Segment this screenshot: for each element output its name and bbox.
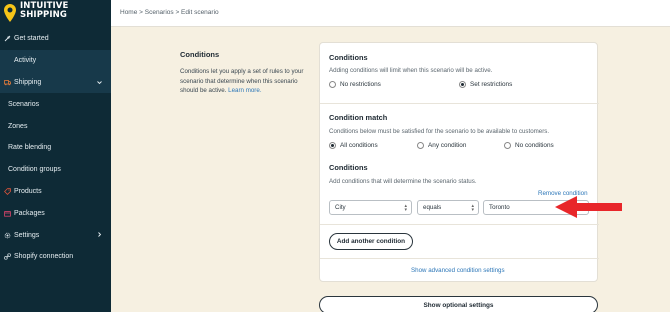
condition-match-subtitle: Conditions below must be satisfied for t… bbox=[329, 128, 550, 135]
radio-button-selected[interactable] bbox=[329, 142, 336, 149]
radio-label: Any condition bbox=[428, 142, 467, 149]
sidebar-item-label: Get started bbox=[14, 35, 49, 43]
sidebar-item-packages[interactable]: Packages bbox=[0, 202, 111, 224]
radio-all-conditions[interactable]: All conditions bbox=[329, 142, 378, 149]
gear-icon bbox=[4, 232, 11, 239]
sidebar-item-zones[interactable]: Zones bbox=[0, 115, 111, 137]
sidebar: INTUITIVE SHIPPING Get started Activity … bbox=[0, 0, 111, 312]
sidebar-item-get-started[interactable]: Get started bbox=[0, 28, 111, 50]
learn-more-link[interactable]: Learn more. bbox=[228, 87, 261, 94]
sidebar-item-activity[interactable]: Activity bbox=[0, 49, 111, 72]
sidebar-item-shipping[interactable]: Shipping bbox=[0, 71, 111, 94]
condition-operator-select[interactable]: equals ▴ ▾ bbox=[417, 200, 479, 215]
radio-no-conditions[interactable]: No conditions bbox=[504, 142, 554, 149]
divider bbox=[320, 258, 599, 259]
radio-any-condition[interactable]: Any condition bbox=[417, 142, 466, 149]
location-pin-icon bbox=[4, 4, 16, 22]
breadcrumb[interactable]: Home > Scenarios > Edit scenario bbox=[120, 9, 219, 16]
radio-button[interactable] bbox=[504, 142, 511, 149]
sidebar-item-label: Scenarios bbox=[8, 100, 40, 108]
app-logo[interactable]: INTUITIVE SHIPPING bbox=[4, 2, 104, 26]
radio-button[interactable] bbox=[329, 81, 336, 88]
radio-label: All conditions bbox=[340, 142, 378, 149]
truck-icon bbox=[4, 79, 11, 86]
condition-match-title: Condition match bbox=[329, 113, 388, 122]
section-heading: Conditions bbox=[180, 50, 220, 59]
radio-button[interactable] bbox=[417, 142, 424, 149]
select-arrows-icon: ▴ ▾ bbox=[471, 203, 474, 213]
restrictions-title: Conditions bbox=[329, 53, 368, 62]
sidebar-item-label: Condition groups bbox=[8, 166, 61, 174]
sidebar-nav: Get started Activity Shipping Scenarios … bbox=[0, 28, 111, 268]
sidebar-item-products[interactable]: Products bbox=[0, 181, 111, 203]
sidebar-item-label: Rate blending bbox=[8, 144, 52, 152]
radio-set-restrictions[interactable]: Set restrictions bbox=[459, 81, 512, 88]
top-bar: Home > Scenarios > Edit scenario bbox=[111, 0, 670, 27]
input-value: Toronto bbox=[489, 204, 510, 211]
sidebar-item-label: Activity bbox=[14, 57, 37, 65]
tag-icon bbox=[4, 188, 11, 195]
select-value: City bbox=[335, 204, 346, 211]
conditions-list-subtitle: Add conditions that will determine the s… bbox=[329, 178, 477, 185]
link-icon bbox=[4, 253, 11, 260]
sidebar-item-condition-groups[interactable]: Condition groups bbox=[0, 159, 111, 181]
chevron-right-icon bbox=[98, 232, 102, 237]
divider bbox=[320, 103, 599, 104]
rocket-icon bbox=[4, 35, 11, 42]
chevron-down-icon bbox=[97, 80, 102, 84]
show-advanced-condition-settings-link[interactable]: Show advanced condition settings bbox=[411, 267, 505, 274]
add-another-condition-button[interactable]: Add another condition bbox=[329, 233, 413, 250]
show-optional-settings-button[interactable]: Show optional settings bbox=[319, 296, 598, 312]
sidebar-item-rate-blending[interactable]: Rate blending bbox=[0, 137, 111, 159]
radio-label: No conditions bbox=[515, 142, 554, 149]
divider bbox=[320, 224, 599, 225]
conditions-list-title: Conditions bbox=[329, 163, 368, 172]
radio-no-restrictions[interactable]: No restrictions bbox=[329, 81, 381, 88]
sidebar-item-label: Zones bbox=[8, 122, 28, 130]
sidebar-item-scenarios[interactable]: Scenarios bbox=[0, 93, 111, 115]
box-icon bbox=[4, 210, 11, 217]
radio-label: No restrictions bbox=[340, 81, 381, 88]
sidebar-item-label: Shipping bbox=[14, 78, 42, 86]
conditions-description: Conditions Conditions let you apply a se… bbox=[180, 50, 310, 96]
sidebar-item-label: Shopify connection bbox=[14, 253, 74, 261]
sidebar-item-label: Products bbox=[14, 187, 42, 195]
arrow-annotation-icon bbox=[555, 196, 622, 218]
sidebar-item-settings[interactable]: Settings bbox=[0, 224, 111, 246]
radio-label: Set restrictions bbox=[470, 81, 513, 88]
conditions-card: Conditions Adding conditions will limit … bbox=[319, 42, 599, 282]
sidebar-item-label: Settings bbox=[14, 231, 40, 239]
select-arrows-icon: ▴ ▾ bbox=[404, 203, 407, 213]
logo-line-2: SHIPPING bbox=[20, 10, 67, 20]
sidebar-item-shopify-connection[interactable]: Shopify connection bbox=[0, 246, 111, 268]
radio-button-selected[interactable] bbox=[459, 81, 466, 88]
select-value: equals bbox=[423, 204, 442, 211]
restrictions-subtitle: Adding conditions will limit when this s… bbox=[329, 67, 493, 74]
sidebar-item-label: Packages bbox=[14, 209, 45, 217]
condition-field-select[interactable]: City ▴ ▾ bbox=[329, 200, 412, 215]
